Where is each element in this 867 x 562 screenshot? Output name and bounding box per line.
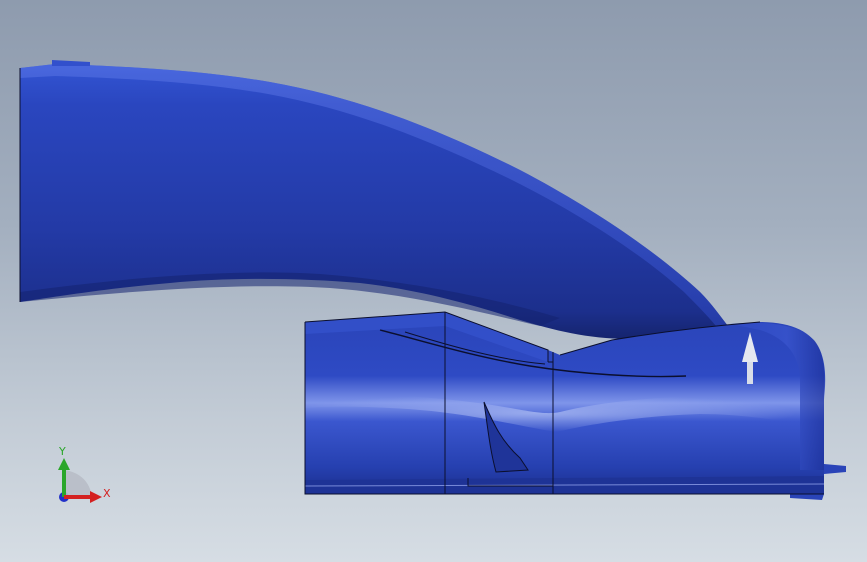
- upper-flap-tab: [52, 60, 90, 66]
- rear-tip-lower: [790, 494, 824, 500]
- lower-wing-assembly[interactable]: [304, 311, 846, 500]
- triad-x-label: X: [103, 487, 111, 500]
- model-view[interactable]: Y X: [0, 0, 867, 562]
- graphics-viewport[interactable]: Y X: [0, 0, 867, 562]
- rear-tip: [824, 464, 846, 474]
- triad-xy-plane: [64, 470, 92, 497]
- upper-flap-body: [20, 64, 728, 339]
- coordinate-triad: Y X: [58, 445, 111, 503]
- upper-flap[interactable]: [19, 60, 728, 339]
- triad-y-label: Y: [58, 445, 66, 458]
